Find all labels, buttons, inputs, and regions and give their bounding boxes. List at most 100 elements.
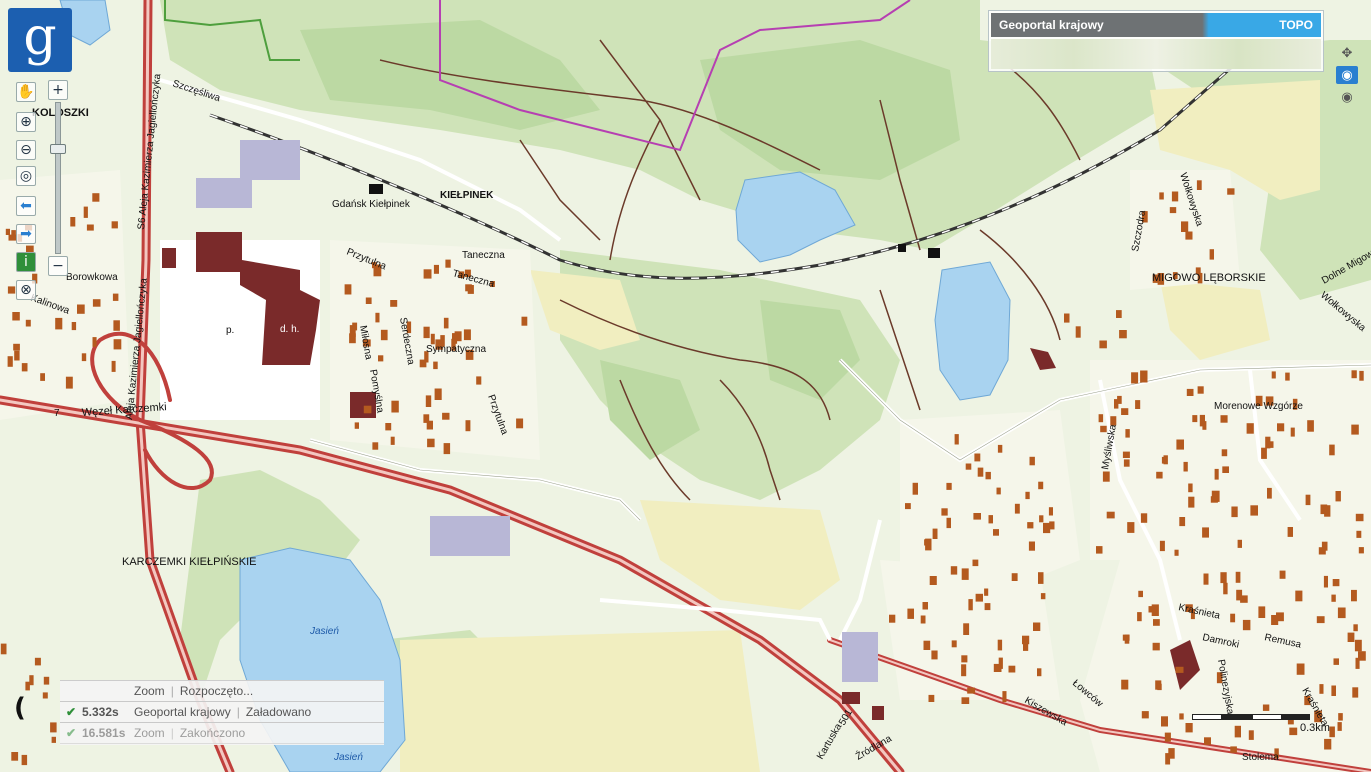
house — [1222, 466, 1229, 473]
status-source: Geoportal krajowy — [134, 705, 231, 719]
house — [349, 325, 356, 337]
topographic-map[interactable]: KOLOSZKI Szczęśliwa KIEŁPINEK Gdańsk Kie… — [0, 0, 1371, 772]
house — [1027, 522, 1034, 529]
house — [968, 599, 973, 611]
house — [14, 350, 20, 361]
house — [1124, 634, 1130, 644]
house — [71, 322, 77, 331]
house — [1296, 663, 1305, 675]
house — [42, 692, 48, 699]
label-stolema: Stolema — [1242, 752, 1279, 763]
house — [1164, 732, 1171, 742]
house — [1352, 687, 1359, 698]
arrow-left-icon[interactable]: ⬅ — [16, 196, 36, 216]
house — [1159, 540, 1165, 552]
scale-bar — [1192, 714, 1310, 724]
scale-label: 0.3km — [1300, 722, 1330, 734]
house — [1287, 527, 1293, 537]
house — [950, 566, 958, 575]
house — [434, 388, 442, 400]
house — [1351, 589, 1357, 602]
zoom-slider-handle[interactable] — [50, 144, 66, 154]
house — [443, 317, 449, 329]
house — [1227, 188, 1235, 195]
house — [974, 453, 981, 462]
arrow-right-icon[interactable]: ➡ — [16, 224, 36, 244]
house — [1234, 725, 1241, 738]
house — [1099, 340, 1107, 349]
house — [975, 593, 983, 602]
zoom-out-button[interactable]: − — [48, 256, 68, 276]
eye-icon[interactable]: ◉ — [1336, 66, 1358, 84]
status-source: Zoom — [134, 684, 165, 698]
zoom-out-icon[interactable]: ⊖ — [16, 140, 36, 160]
layer-panel[interactable]: Geoportal krajowy TOPO — [988, 10, 1324, 72]
house — [1214, 468, 1219, 480]
move-icon[interactable]: ✥ — [1336, 44, 1358, 62]
house — [1246, 423, 1254, 434]
house — [25, 319, 31, 327]
house — [363, 405, 372, 414]
label-morenowe: Morenowe Wzgórze — [1214, 401, 1303, 412]
house — [889, 614, 896, 623]
house — [967, 687, 976, 694]
measure-icon[interactable]: ⊗ — [16, 280, 36, 300]
zoom-in-button[interactable]: + — [48, 80, 68, 100]
layer-badge[interactable]: TOPO — [1279, 18, 1313, 32]
house — [1151, 604, 1159, 616]
zoom-slider-track[interactable] — [55, 102, 61, 254]
map-toolbar: ✋ + ⊕ ⊖ ◎ ⬅ ➡ i ⊗ − — [10, 80, 68, 316]
status-check-icon: ✔ — [65, 705, 77, 719]
house — [972, 559, 979, 567]
house — [1022, 635, 1030, 645]
layer-header[interactable]: Geoportal krajowy TOPO — [991, 13, 1321, 37]
house — [385, 423, 392, 431]
house — [442, 412, 450, 420]
house — [1305, 494, 1311, 506]
house — [961, 664, 967, 677]
house — [112, 293, 119, 301]
label-road-7: 7 — [54, 408, 60, 419]
house — [1028, 541, 1035, 551]
house — [55, 317, 63, 330]
house — [985, 471, 991, 480]
house — [1110, 416, 1117, 426]
zoom-extent-icon[interactable]: ◎ — [16, 166, 36, 186]
house — [961, 568, 969, 580]
house — [1235, 571, 1241, 583]
info-icon[interactable]: i — [16, 252, 36, 272]
house — [427, 438, 435, 448]
house — [984, 603, 991, 611]
house — [1127, 522, 1135, 533]
house — [433, 361, 438, 370]
label-dh: d. h. — [280, 324, 299, 335]
house — [1011, 573, 1018, 581]
house — [70, 217, 76, 227]
house — [1039, 515, 1044, 523]
house — [1231, 506, 1238, 518]
house — [1186, 388, 1194, 396]
scale-segment — [1252, 714, 1282, 720]
house — [1258, 606, 1266, 618]
geoportal-logo[interactable]: g — [8, 8, 72, 72]
house — [463, 329, 471, 341]
house — [954, 434, 959, 445]
house — [1179, 517, 1186, 527]
pan-hand-icon[interactable]: ✋ — [16, 82, 36, 102]
label-jasien: Jasień — [333, 752, 363, 763]
label-migowo: MIGOWO LĘBORSKIE — [1152, 272, 1266, 284]
house — [993, 663, 1002, 672]
house — [1114, 399, 1119, 409]
zoom-in-icon[interactable]: ⊕ — [16, 112, 36, 132]
house — [423, 326, 430, 339]
eye-hidden-icon[interactable]: ◉ — [1336, 88, 1358, 106]
house — [1038, 572, 1044, 584]
house — [1285, 372, 1290, 381]
layer-thumbnail[interactable] — [991, 39, 1321, 69]
status-state: Zakończono — [179, 726, 246, 740]
house — [961, 655, 968, 663]
house — [1351, 424, 1359, 435]
house — [25, 681, 30, 691]
status-separator: | — [236, 705, 240, 719]
house — [344, 284, 352, 295]
